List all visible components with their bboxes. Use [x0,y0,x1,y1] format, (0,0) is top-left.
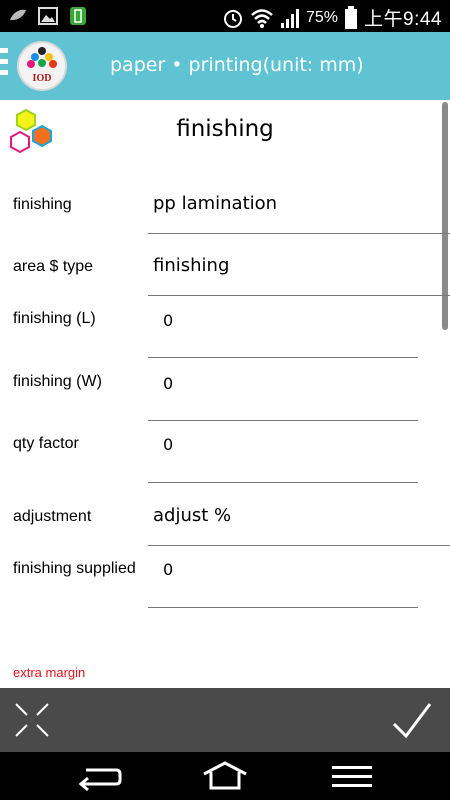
home-icon[interactable] [201,760,249,792]
finishing-l-label: finishing (L) [13,310,96,327]
finishing-label: finishing [13,196,72,213]
battery-app-icon [70,7,86,25]
image-icon [38,7,58,25]
clock: 上午9:44 [364,9,442,30]
finishing-w-row[interactable]: finishing (W) 0 [0,371,450,423]
input-underline [148,482,418,483]
finishing-w-input[interactable]: 0 [163,374,173,393]
page-title: finishing [176,116,274,142]
alarm-icon [223,9,242,28]
app-logo[interactable]: IOD [17,41,67,91]
divider [148,295,450,296]
finishing-l-input[interactable]: 0 [163,311,173,330]
leaf-icon [10,9,26,21]
battery-icon [345,5,358,29]
status-bar: 75% 上午9:44 [0,0,450,32]
logo-text: IOD [32,73,52,84]
adjustment-select[interactable]: adjust % [153,505,231,526]
form-content: finishing finishing pp lamination area $… [0,100,450,688]
finishing-supplied-input[interactable]: 0 [163,560,173,579]
adjustment-label: adjustment [13,508,92,525]
confirm-check-icon[interactable] [390,698,434,742]
finishing-supplied-label: finishing supplied [13,560,136,577]
adjustment-row[interactable]: adjustment adjust % [0,504,450,550]
finishing-supplied-row[interactable]: finishing supplied 0 [0,559,450,611]
area-type-label: area $ type [13,258,94,275]
finishing-w-label: finishing (W) [13,373,102,390]
app-header: IOD paper • printing(unit: mm) [0,32,450,100]
finishing-select[interactable]: pp lamination [153,193,277,214]
qty-factor-input[interactable]: 0 [163,435,173,454]
area-type-select[interactable]: finishing [153,255,229,276]
input-underline [148,357,418,358]
qty-factor-label: qty factor [13,435,79,452]
qty-factor-row[interactable]: qty factor 0 [0,434,450,486]
cancel-icon[interactable] [12,700,52,740]
battery-percent: 75% [305,8,339,26]
back-icon[interactable] [76,760,124,792]
wifi-icon [251,8,273,28]
extra-margin-label: extra margin [13,665,86,680]
system-nav-bar [0,752,450,800]
menu-icon[interactable] [328,760,376,792]
app-title: paper • printing(unit: mm) [110,54,364,76]
divider [148,545,450,546]
finishing-l-row[interactable]: finishing (L) 0 [0,308,450,360]
finishing-row[interactable]: finishing pp lamination [0,190,450,236]
area-type-row[interactable]: area $ type finishing [0,252,450,298]
input-underline [148,607,418,608]
action-bar [0,688,450,752]
signal-icon [280,8,299,28]
drawer-handle[interactable] [0,48,8,84]
color-dots-icon [27,47,57,68]
divider [148,233,450,234]
input-underline [148,420,418,421]
